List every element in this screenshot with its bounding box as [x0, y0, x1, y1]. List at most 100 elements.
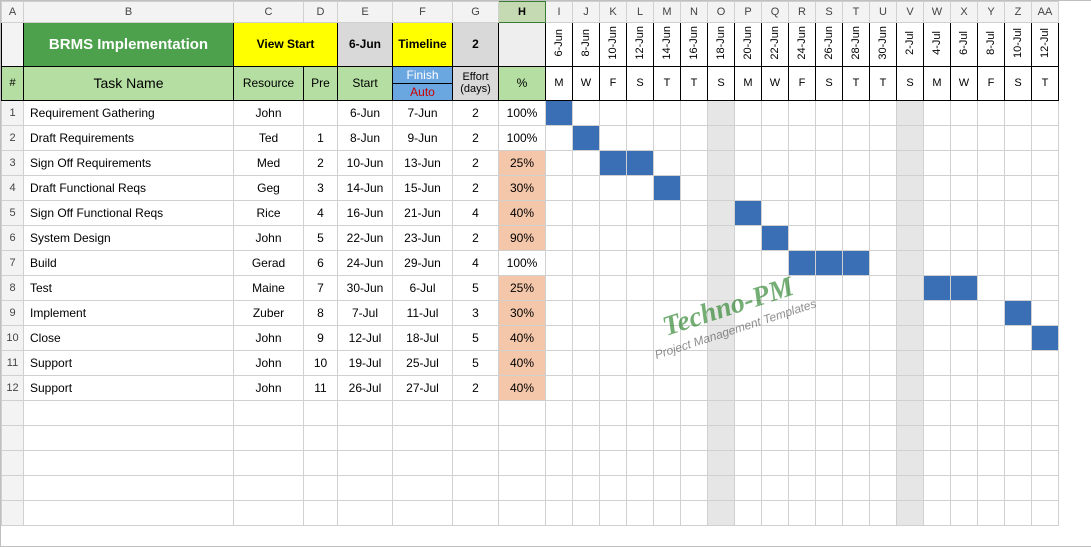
- empty-cell[interactable]: [499, 450, 546, 475]
- day-col[interactable]: T: [843, 66, 870, 100]
- gantt-cell[interactable]: [978, 125, 1005, 150]
- gantt-cell[interactable]: [924, 200, 951, 225]
- task-name[interactable]: Implement: [24, 300, 234, 325]
- gantt-cell[interactable]: [627, 250, 654, 275]
- gantt-cell[interactable]: [600, 125, 627, 150]
- gantt-cell[interactable]: [897, 250, 924, 275]
- col-S[interactable]: S: [816, 2, 843, 23]
- gantt-cell[interactable]: [600, 375, 627, 400]
- effort[interactable]: 3: [453, 300, 499, 325]
- gantt-cell[interactable]: [1032, 175, 1059, 200]
- gantt-cell[interactable]: [924, 150, 951, 175]
- day-col[interactable]: W: [573, 66, 600, 100]
- table-row[interactable]: 7BuildGerad624-Jun29-Jun4100%: [2, 250, 1059, 275]
- empty-cell[interactable]: [2, 500, 24, 525]
- finish-header[interactable]: Finish: [393, 66, 453, 83]
- gantt-cell[interactable]: [951, 375, 978, 400]
- gantt-cell[interactable]: [1005, 450, 1032, 475]
- gantt-cell[interactable]: [546, 225, 573, 250]
- col-U[interactable]: U: [870, 2, 897, 23]
- col-A[interactable]: A: [2, 2, 24, 23]
- gantt-cell[interactable]: [951, 500, 978, 525]
- gantt-cell[interactable]: [924, 475, 951, 500]
- gantt-cell[interactable]: [627, 350, 654, 375]
- gantt-cell[interactable]: [951, 175, 978, 200]
- table-row[interactable]: 12SupportJohn1126-Jul27-Jul240%: [2, 375, 1059, 400]
- empty-cell[interactable]: [499, 425, 546, 450]
- gantt-cell[interactable]: [600, 250, 627, 275]
- gantt-cell[interactable]: [573, 225, 600, 250]
- gantt-cell[interactable]: [573, 275, 600, 300]
- empty-cell[interactable]: [24, 425, 234, 450]
- start-date[interactable]: 19-Jul: [338, 350, 393, 375]
- gantt-cell[interactable]: [762, 375, 789, 400]
- gantt-bar[interactable]: [762, 225, 789, 250]
- gantt-cell[interactable]: [762, 325, 789, 350]
- gantt-cell[interactable]: [789, 150, 816, 175]
- table-row[interactable]: 8TestMaine730-Jun6-Jul525%: [2, 275, 1059, 300]
- gantt-cell[interactable]: [951, 400, 978, 425]
- gantt-cell[interactable]: [681, 400, 708, 425]
- gantt-cell[interactable]: [816, 175, 843, 200]
- gantt-cell[interactable]: [978, 425, 1005, 450]
- empty-cell[interactable]: [304, 425, 338, 450]
- gantt-cell[interactable]: [1005, 325, 1032, 350]
- gantt-cell[interactable]: [762, 250, 789, 275]
- gantt-cell[interactable]: [1032, 125, 1059, 150]
- gantt-cell[interactable]: [1005, 275, 1032, 300]
- day-col[interactable]: F: [789, 66, 816, 100]
- gantt-cell[interactable]: [816, 375, 843, 400]
- finish-date[interactable]: 23-Jun: [393, 225, 453, 250]
- predecessor[interactable]: 4: [304, 200, 338, 225]
- gantt-cell[interactable]: [870, 275, 897, 300]
- day-col[interactable]: F: [978, 66, 1005, 100]
- start-date[interactable]: 12-Jul: [338, 325, 393, 350]
- col-F[interactable]: F: [393, 2, 453, 23]
- gantt-cell[interactable]: [627, 300, 654, 325]
- gantt-cell[interactable]: [816, 150, 843, 175]
- gantt-cell[interactable]: [681, 125, 708, 150]
- gantt-cell[interactable]: [816, 125, 843, 150]
- gantt-cell[interactable]: [681, 200, 708, 225]
- gantt-cell[interactable]: [654, 350, 681, 375]
- gantt-cell[interactable]: [924, 450, 951, 475]
- gantt-cell[interactable]: [708, 325, 735, 350]
- gantt-cell[interactable]: [735, 175, 762, 200]
- predecessor[interactable]: 11: [304, 375, 338, 400]
- gantt-cell[interactable]: [708, 150, 735, 175]
- gantt-cell[interactable]: [789, 100, 816, 125]
- col-E[interactable]: E: [338, 2, 393, 23]
- gantt-cell[interactable]: [870, 225, 897, 250]
- gantt-cell[interactable]: [843, 225, 870, 250]
- gantt-cell[interactable]: [546, 375, 573, 400]
- gantt-cell[interactable]: [951, 100, 978, 125]
- finish-date[interactable]: 25-Jul: [393, 350, 453, 375]
- col-X[interactable]: X: [951, 2, 978, 23]
- col-W[interactable]: W: [924, 2, 951, 23]
- gantt-cell[interactable]: [951, 125, 978, 150]
- gantt-cell[interactable]: [762, 450, 789, 475]
- gantt-cell[interactable]: [951, 350, 978, 375]
- empty-cell[interactable]: [24, 500, 234, 525]
- gantt-cell[interactable]: [789, 200, 816, 225]
- gantt-cell[interactable]: [924, 100, 951, 125]
- gantt-cell[interactable]: [978, 300, 1005, 325]
- gantt-cell[interactable]: [789, 500, 816, 525]
- row-number[interactable]: 8: [2, 275, 24, 300]
- gantt-cell[interactable]: [897, 275, 924, 300]
- empty-cell[interactable]: [2, 450, 24, 475]
- start-date[interactable]: 6-Jun: [338, 100, 393, 125]
- empty-cell[interactable]: [234, 500, 304, 525]
- gantt-cell[interactable]: [762, 150, 789, 175]
- date-col[interactable]: 16-Jun: [681, 23, 708, 67]
- gantt-cell[interactable]: [1032, 425, 1059, 450]
- gantt-cell[interactable]: [708, 425, 735, 450]
- gantt-cell[interactable]: [951, 325, 978, 350]
- date-col[interactable]: 4-Jul: [924, 23, 951, 67]
- empty-cell[interactable]: [393, 425, 453, 450]
- predecessor[interactable]: 10: [304, 350, 338, 375]
- gantt-cell[interactable]: [870, 125, 897, 150]
- gantt-cell[interactable]: [789, 125, 816, 150]
- finish-date[interactable]: 18-Jul: [393, 325, 453, 350]
- gantt-cell[interactable]: [897, 500, 924, 525]
